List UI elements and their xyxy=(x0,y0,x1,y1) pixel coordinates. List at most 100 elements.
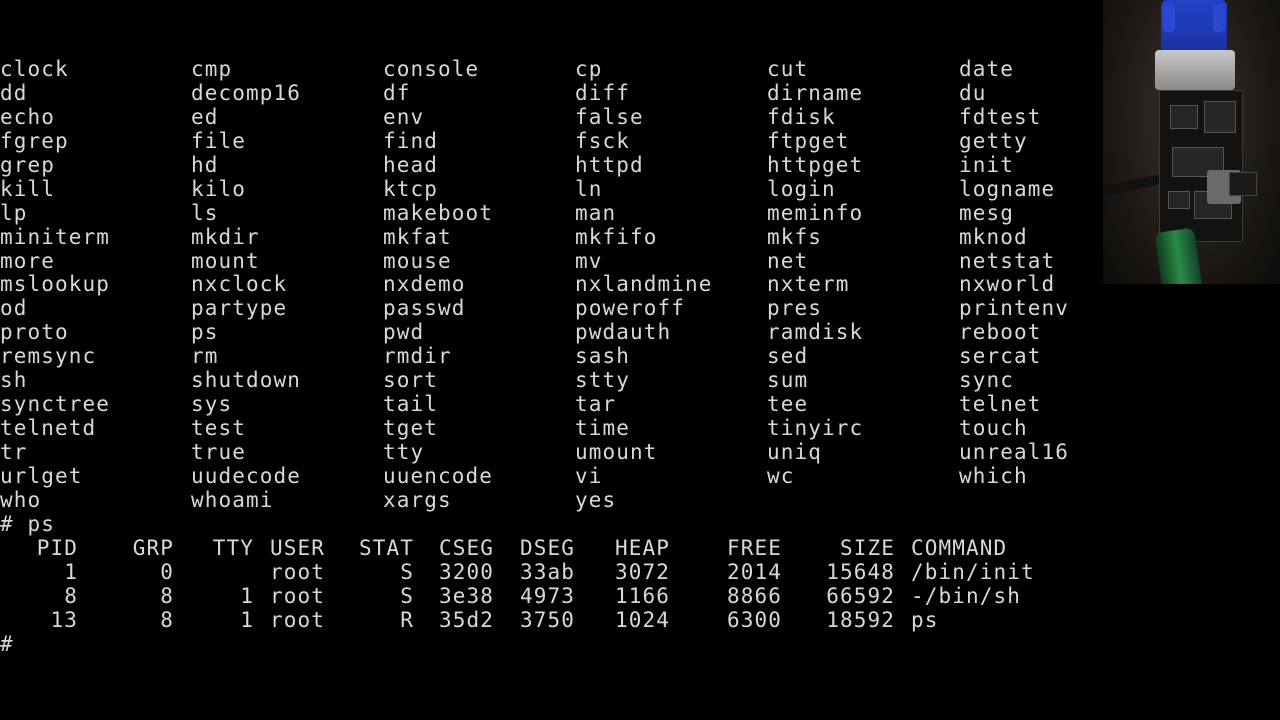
ps-cell: TTY xyxy=(212,535,254,560)
command-name: tar xyxy=(575,392,617,417)
command-name: poweroff xyxy=(575,296,685,321)
command-name: ramdisk xyxy=(767,320,864,345)
ps-cell: 18592 xyxy=(826,607,895,632)
command-name: sync xyxy=(959,368,1014,393)
command-name: ktcp xyxy=(383,176,438,201)
command-row: urlget uudecode uuencode vi wc which xyxy=(0,463,1100,489)
prompt-command: # ps xyxy=(0,511,55,536)
ps-cell: USER xyxy=(270,535,325,560)
command-row: mslookup nxclock nxdemo nxlandmine nxterm nxw… xyxy=(0,272,1100,297)
command-name: sort xyxy=(383,368,438,393)
ps-cell: R xyxy=(400,607,414,632)
command-name: fdisk xyxy=(767,104,836,129)
command-name: nxdemo xyxy=(383,272,466,297)
command-name: fsck xyxy=(575,128,630,153)
command-name: mkdir xyxy=(191,224,260,249)
command-name: mkfifo xyxy=(575,224,658,249)
command-row: proto ps pwd pwdauth ramdisk reboot xyxy=(0,320,1100,345)
command-row: tr true tty umount uniq unreal16 xyxy=(0,440,1100,465)
command-name: synctree xyxy=(0,392,110,417)
ps-cell: 8866 xyxy=(727,583,782,608)
ps-cell: SIZE xyxy=(840,535,895,560)
terminal-screen[interactable]: clock cmp console cp cut date dd decomp16 df diff… xyxy=(0,57,1100,678)
command-name: printenv xyxy=(959,296,1069,321)
command-name: mkfat xyxy=(383,224,452,249)
command-name: sash xyxy=(575,344,630,369)
command-name: mslookup xyxy=(0,272,110,297)
command-name: head xyxy=(383,152,438,177)
command-name: umount xyxy=(575,440,658,464)
ps-cell: root xyxy=(270,559,325,584)
command-name: wc xyxy=(767,463,795,488)
command-name: diff xyxy=(575,80,630,105)
command-name: rm xyxy=(191,344,219,369)
ps-cell: -/bin/sh xyxy=(911,583,1021,608)
command-name: man xyxy=(575,200,617,225)
command-name: remsync xyxy=(0,344,97,369)
command-name: tail xyxy=(383,392,438,417)
ps-cell: 13 xyxy=(50,607,78,632)
command-name: unreal16 xyxy=(959,440,1069,464)
command-row: dd decomp16 df diff dirname du xyxy=(0,80,1100,106)
command-name: od xyxy=(0,296,28,321)
ps-cell: 66592 xyxy=(826,583,895,608)
command-name: more xyxy=(0,248,55,273)
ps-cell: FREE xyxy=(727,535,782,560)
ps-cell: PID xyxy=(36,535,78,560)
command-name: ln xyxy=(575,176,603,201)
command-row: more mount mouse mv net netstat xyxy=(0,248,1100,274)
cursor-line[interactable]: # xyxy=(0,631,1100,657)
command-name: uniq xyxy=(767,440,822,464)
command-name: vi xyxy=(575,463,603,488)
command-row: kill kilo ktcp ln login logname xyxy=(0,176,1100,202)
process-table: PID GRP TTY USER STAT CSEG DSEG HEAP FREE SIZE COM… xyxy=(0,535,1100,633)
command-name: grep xyxy=(0,152,55,177)
ps-cell: 6300 xyxy=(727,607,782,632)
ps-cell: HEAP xyxy=(615,535,670,560)
command-name: hd xyxy=(191,152,219,177)
command-name: tee xyxy=(767,392,809,417)
command-name: true xyxy=(191,440,246,464)
command-name: du xyxy=(959,80,987,105)
command-row: fgrep file find fsck ftpget getty xyxy=(0,128,1100,154)
command-name: rmdir xyxy=(383,344,452,369)
command-name: lp xyxy=(0,200,28,225)
shell-prompt: # xyxy=(0,631,14,656)
command-name: kill xyxy=(0,176,55,201)
command-name: fdtest xyxy=(959,104,1042,129)
ps-cell: 0 xyxy=(160,559,174,584)
command-name: httpd xyxy=(575,152,644,177)
command-name: ed xyxy=(191,104,219,129)
command-name: init xyxy=(959,152,1014,177)
ps-cell: 8 xyxy=(160,607,174,632)
command-name: tget xyxy=(383,416,438,441)
command-name: dirname xyxy=(767,80,864,105)
command-name: telnetd xyxy=(0,416,97,441)
command-name: console xyxy=(383,57,480,81)
command-name: sed xyxy=(767,344,809,369)
ps-cell: 1166 xyxy=(615,583,670,608)
ps-cell: ps xyxy=(911,607,939,632)
command-name: netstat xyxy=(959,248,1056,273)
command-name: test xyxy=(191,416,246,441)
command-name: time xyxy=(575,416,630,441)
command-name: makeboot xyxy=(383,200,493,225)
command-name: ftpget xyxy=(767,128,850,153)
ps-cell: 3e38 xyxy=(439,583,494,608)
command-name: miniterm xyxy=(0,224,110,249)
command-name: mouse xyxy=(383,248,452,273)
command-name: kilo xyxy=(191,176,246,201)
ps-cell: 1 xyxy=(64,559,78,584)
command-row: remsync rm rmdir sash sed sercat xyxy=(0,344,1100,369)
command-name: who xyxy=(0,487,42,512)
command-name: file xyxy=(191,128,246,153)
ps-cell: 1 xyxy=(240,583,254,608)
command-row: od partype passwd poweroff pres printenv xyxy=(0,296,1100,321)
command-name: urlget xyxy=(0,463,83,488)
ps-cell: 35d2 xyxy=(439,607,494,632)
ps-cell: STAT xyxy=(359,535,414,560)
command-name: ps xyxy=(191,320,219,345)
command-name: uuencode xyxy=(383,463,493,488)
command-name: dd xyxy=(0,80,28,105)
ps-cell: 8 xyxy=(64,583,78,608)
